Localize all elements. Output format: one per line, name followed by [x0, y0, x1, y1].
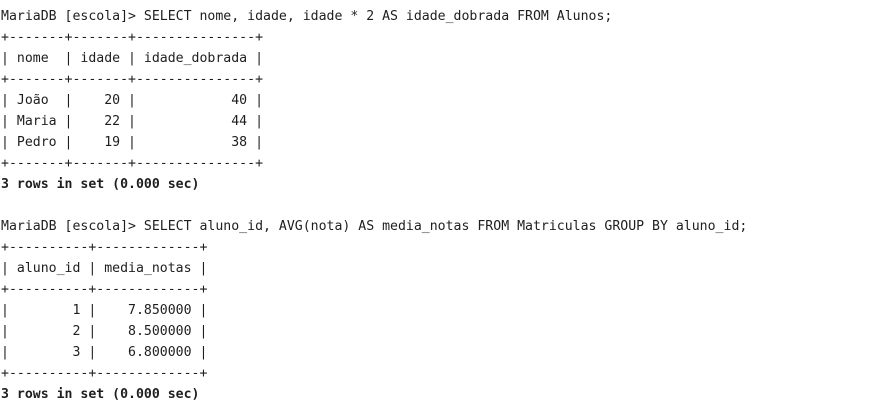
table-row: | 3 | 6.800000 | [1, 345, 208, 360]
table-border: +-------+-------+---------------+ [1, 30, 264, 45]
terminal-window[interactable]: MariaDB [escola]> SELECT nome, idade, id… [0, 0, 884, 418]
table-header: | aluno_id | media_notas | [1, 261, 208, 276]
sql-command-line: MariaDB [escola]> SELECT aluno_id, AVG(n… [1, 219, 748, 234]
table-border: +----------+-------------+ [1, 366, 208, 381]
table-row: | Pedro | 19 | 38 | [1, 135, 264, 150]
table-border: +----------+-------------+ [1, 282, 208, 297]
table-border: +----------+-------------+ [1, 240, 208, 255]
table-row: | 1 | 7.850000 | [1, 303, 208, 318]
table-row: | João | 20 | 40 | [1, 93, 264, 108]
result-status: 3 rows in set (0.000 sec) [1, 387, 200, 402]
table-row: | Maria | 22 | 44 | [1, 114, 264, 129]
table-border: +-------+-------+---------------+ [1, 156, 264, 171]
table-border: +-------+-------+---------------+ [1, 72, 264, 87]
result-status: 3 rows in set (0.000 sec) [1, 177, 200, 192]
sql-command-line: MariaDB [escola]> SELECT nome, idade, id… [1, 9, 613, 24]
table-header: | nome | idade | idade_dobrada | [1, 51, 264, 66]
table-row: | 2 | 8.500000 | [1, 324, 208, 339]
